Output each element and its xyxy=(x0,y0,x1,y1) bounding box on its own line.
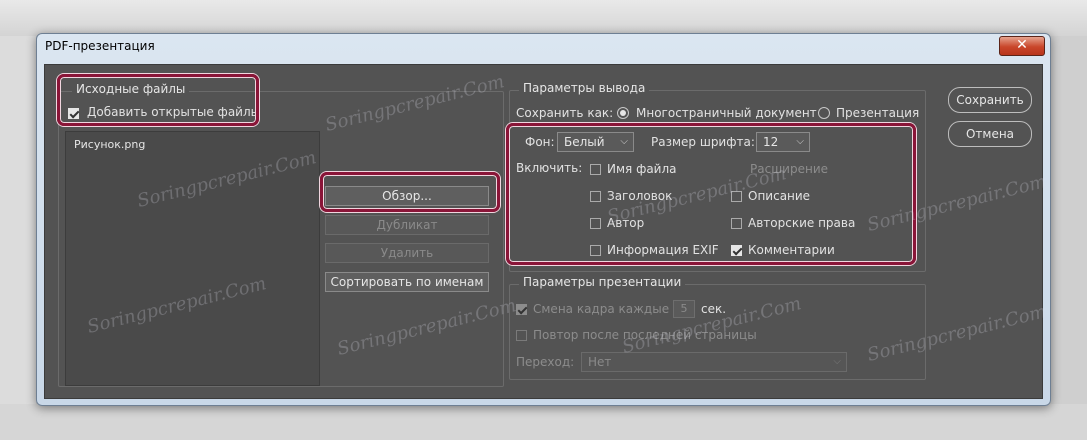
transition-select[interactable]: Нет ⌵ xyxy=(581,352,847,372)
save-as-label: Сохранить как: xyxy=(516,106,614,120)
source-files-legend: Исходные файлы xyxy=(72,82,190,96)
include-copyright-label[interactable]: Авторские права xyxy=(748,216,855,230)
font-size-value: 12 xyxy=(763,135,779,149)
browse-button[interactable]: Обзор... xyxy=(325,186,489,206)
include-extension-label: Расширение xyxy=(750,162,828,176)
include-label: Включить: xyxy=(516,161,583,175)
file-list[interactable]: Рисунок.png xyxy=(65,131,320,386)
loop-checkbox[interactable] xyxy=(516,330,527,341)
background-value: Белый xyxy=(564,135,605,149)
font-size-select[interactable]: 12 ⌵ xyxy=(756,132,810,152)
include-comments-checkbox[interactable] xyxy=(731,245,742,256)
dialog-title: PDF-презентация xyxy=(45,39,155,53)
include-comments-label[interactable]: Комментарии xyxy=(748,243,835,257)
sort-by-name-button[interactable]: Сортировать по именам xyxy=(325,272,489,292)
remove-button[interactable]: Удалить xyxy=(325,243,489,263)
advance-checkbox[interactable] xyxy=(516,304,527,315)
include-author-checkbox[interactable] xyxy=(590,218,601,229)
advance-unit-label: сек. xyxy=(701,302,727,316)
loop-label: Повтор после последней страницы xyxy=(533,328,757,342)
include-filename-label[interactable]: Имя файла xyxy=(607,162,677,176)
list-item[interactable]: Рисунок.png xyxy=(74,138,145,151)
include-author-label[interactable]: Автор xyxy=(607,216,644,230)
dialog-client-area: Исходные файлы Добавить открытые файлы Р… xyxy=(44,64,1048,399)
save-as-presentation-radio[interactable] xyxy=(818,107,830,119)
include-title-checkbox[interactable] xyxy=(590,191,601,202)
advance-label: Смена кадра каждые xyxy=(533,302,670,316)
background-app-bottom xyxy=(0,404,1087,440)
save-as-multipage-label[interactable]: Многостраничный документ xyxy=(636,106,817,120)
chevron-down-icon: ⌵ xyxy=(833,356,841,367)
include-exif-label[interactable]: Информация EXIF xyxy=(607,243,719,257)
background-app-left xyxy=(0,36,36,404)
pdf-presentation-dialog: PDF-презентация ✕ Исходные файлы Добавит… xyxy=(36,33,1051,406)
save-as-presentation-label[interactable]: Презентация xyxy=(836,106,919,120)
chevron-down-icon: ⌵ xyxy=(796,136,804,147)
font-size-label: Размер шрифта: xyxy=(651,135,755,149)
add-open-files-label[interactable]: Добавить открытые файлы xyxy=(87,105,260,119)
background-label: Фон: xyxy=(525,135,555,149)
include-description-checkbox[interactable] xyxy=(731,191,742,202)
include-description-label[interactable]: Описание xyxy=(748,189,810,203)
output-params-legend: Параметры вывода xyxy=(519,81,650,95)
include-title-label[interactable]: Заголовок xyxy=(607,189,672,203)
add-open-files-checkbox[interactable] xyxy=(68,108,79,119)
save-as-multipage-radio[interactable] xyxy=(617,107,629,119)
transition-label: Переход: xyxy=(516,355,575,369)
presentation-params-legend: Параметры презентации xyxy=(519,275,686,289)
background-app-toolbar xyxy=(0,0,1087,36)
include-filename-checkbox[interactable] xyxy=(590,164,601,175)
include-copyright-checkbox[interactable] xyxy=(731,218,742,229)
background-select[interactable]: Белый ⌵ xyxy=(557,132,634,152)
transition-value: Нет xyxy=(588,355,612,369)
advance-seconds-input[interactable]: 5 xyxy=(673,300,695,318)
save-button[interactable]: Сохранить xyxy=(948,87,1032,113)
cancel-button[interactable]: Отмена xyxy=(948,121,1032,147)
chevron-down-icon: ⌵ xyxy=(620,136,628,147)
close-icon: ✕ xyxy=(1016,37,1028,53)
include-exif-checkbox[interactable] xyxy=(590,245,601,256)
close-button[interactable]: ✕ xyxy=(999,36,1045,56)
duplicate-button[interactable]: Дубликат xyxy=(325,215,489,235)
